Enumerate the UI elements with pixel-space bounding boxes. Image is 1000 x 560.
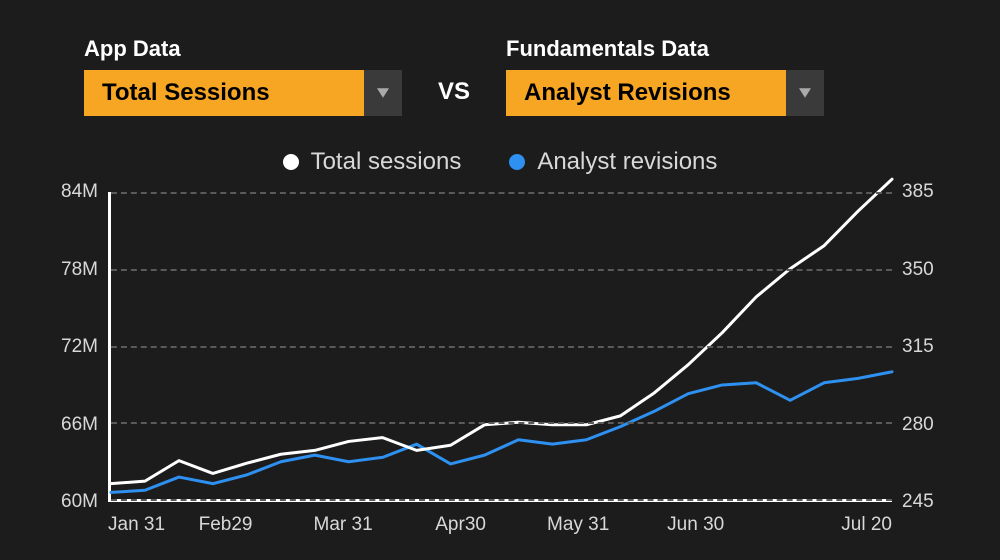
series-line [111,372,892,493]
y-right-tick: 245 [902,491,934,513]
chart-card: App Data Total Sessions VS Fundamentals … [0,0,1000,560]
grid-line [111,346,892,348]
y-left-tick: 66M [61,414,98,436]
y-left-tick: 78M [61,259,98,281]
fundamentals-data-select-value: Analyst Revisions [506,70,786,116]
app-data-label: App Data [84,36,402,62]
x-tick: Apr30 [435,514,486,536]
x-axis: Jan 31 Feb29 Mar 31 Apr30 May 31 Jun 30 Jul 20 [108,514,892,542]
fundamentals-data-label: Fundamentals Data [506,36,824,62]
y-axis-right: 385350315280245 [892,192,956,502]
app-data-select[interactable]: Total Sessions [84,70,402,116]
app-data-select-value: Total Sessions [84,70,364,116]
grid-line [111,269,892,271]
y-left-tick: 60M [61,491,98,513]
plot-area [108,192,892,502]
x-tick: Jan 31 [108,514,165,536]
x-tick: Jul 20 [841,514,892,536]
series-line [111,179,892,483]
chevron-down-icon [786,70,824,116]
y-axis-left: 84M78M72M66M60M [44,192,108,502]
legend-label: Total sessions [311,148,462,176]
y-right-tick: 315 [902,336,934,358]
chart-area: 84M78M72M66M60M 385350315280245 [44,192,956,502]
grid-line [111,422,892,424]
x-tick: Mar 31 [314,514,373,536]
y-right-tick: 385 [902,181,934,203]
y-right-tick: 280 [902,414,934,436]
grid-line [111,192,892,194]
app-data-group: App Data Total Sessions [84,36,402,116]
y-left-tick: 84M [61,181,98,203]
fundamentals-data-group: Fundamentals Data Analyst Revisions [506,36,824,116]
selector-row: App Data Total Sessions VS Fundamentals … [44,36,956,116]
grid-line [111,499,892,501]
x-tick: Jun 30 [667,514,724,536]
y-right-tick: 350 [902,259,934,281]
x-tick: Feb29 [199,514,253,536]
fundamentals-data-select[interactable]: Analyst Revisions [506,70,824,116]
legend-label: Analyst revisions [537,148,717,176]
legend-dot-icon [283,154,299,170]
chart-legend: Total sessions Analyst revisions [44,148,956,176]
y-left-tick: 72M [61,336,98,358]
x-tick: May 31 [547,514,609,536]
legend-item-analyst-revisions: Analyst revisions [509,148,717,176]
chevron-down-icon [364,70,402,116]
vs-label: VS [438,78,470,106]
legend-item-total-sessions: Total sessions [283,148,462,176]
legend-dot-icon [509,154,525,170]
